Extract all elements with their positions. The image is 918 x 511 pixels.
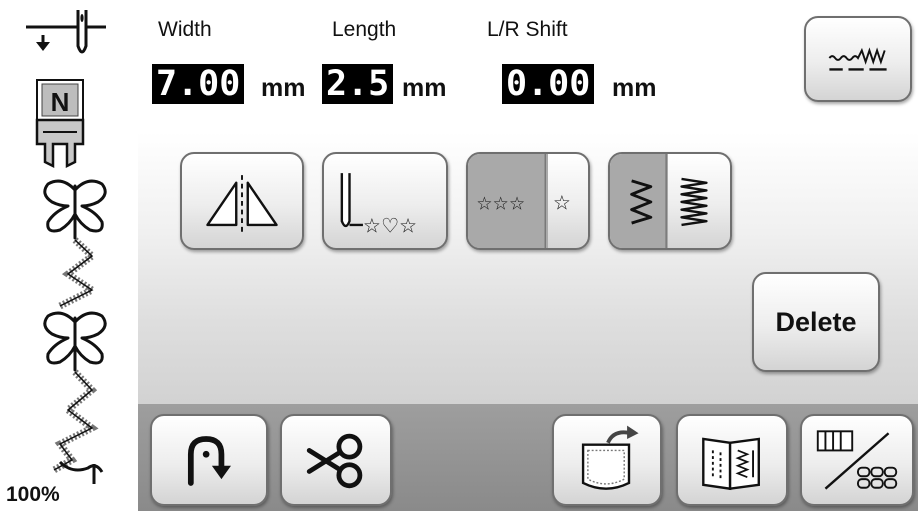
delete-label: Delete	[775, 306, 857, 337]
svg-text:☆: ☆	[553, 191, 571, 215]
back-arrow-icon	[187, 436, 231, 486]
delete-button[interactable]: Delete	[752, 272, 880, 372]
cut-button[interactable]	[280, 414, 392, 506]
butterfly-stitch-pattern	[43, 179, 107, 484]
stitch-preview-panel: N 100%	[0, 0, 138, 511]
pocket-memory-icon	[581, 425, 639, 490]
single-repeat-button[interactable]: ☆☆☆ ☆	[466, 152, 590, 250]
combination-icon	[816, 430, 898, 490]
needle-down-icon	[26, 10, 106, 54]
sewing-chart-button[interactable]	[676, 414, 788, 506]
width-value: 7.00	[152, 64, 245, 104]
presser-foot-n-icon: N	[35, 79, 85, 169]
svg-text:☆☆☆: ☆☆☆	[476, 194, 525, 215]
needle-start-pattern-icon: ☆♡☆	[340, 173, 417, 238]
sewing-machine-screen: N 100% Width 7.00 mm Length 2.5 mm L/R S…	[0, 0, 918, 511]
length-unit: mm	[402, 74, 447, 102]
shift-value: 0.00	[502, 64, 595, 104]
scissors-icon	[306, 433, 363, 489]
back-button[interactable]	[150, 414, 268, 506]
svg-text:N: N	[51, 87, 70, 117]
stitch-image-icon	[828, 47, 887, 71]
combination-button[interactable]	[800, 414, 914, 506]
sewing-chart-icon	[702, 437, 760, 491]
density-button[interactable]	[608, 152, 732, 250]
width-unit: mm	[261, 74, 306, 102]
memory-pocket-button[interactable]	[552, 414, 662, 506]
stitch-image-button[interactable]	[804, 16, 912, 102]
pattern-start-button[interactable]: ☆♡☆	[322, 152, 448, 250]
shift-unit: mm	[612, 74, 657, 102]
svg-text:☆♡☆: ☆♡☆	[363, 214, 417, 238]
density-icon	[630, 154, 708, 248]
zoom-level: 100%	[6, 483, 60, 506]
mirror-icon	[206, 175, 278, 233]
mirror-button[interactable]	[180, 152, 304, 250]
single-repeat-icon: ☆☆☆ ☆	[476, 154, 571, 248]
shift-label: L/R Shift	[487, 18, 568, 41]
width-label: Width	[158, 18, 212, 41]
length-value: 2.5	[322, 64, 394, 104]
length-label: Length	[332, 18, 397, 41]
